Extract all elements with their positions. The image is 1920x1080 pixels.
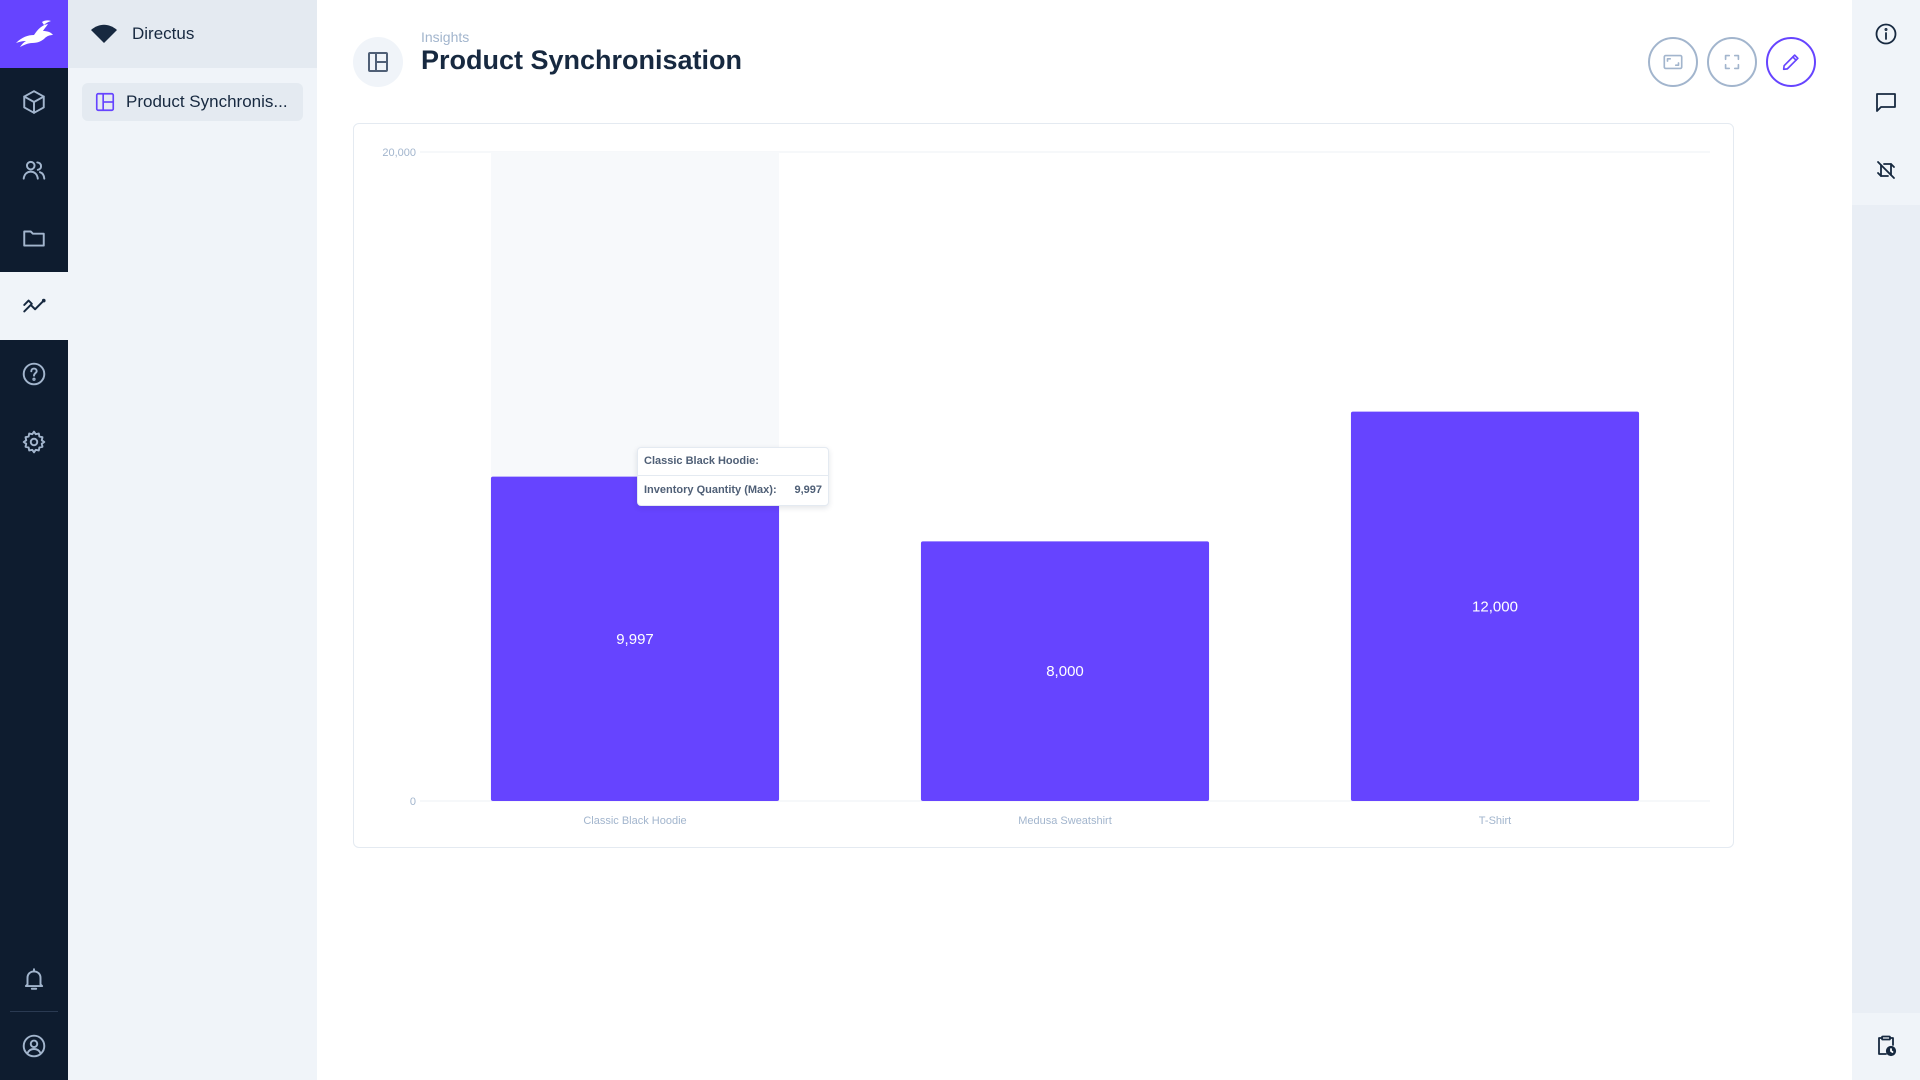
- right-sidebar: [1852, 0, 1920, 1080]
- info-button[interactable]: [1852, 0, 1920, 68]
- info-icon: [1875, 23, 1897, 45]
- people-icon: [22, 160, 46, 180]
- aspect-ratio-icon: [1663, 54, 1683, 70]
- file-library-module-button[interactable]: [0, 204, 68, 272]
- comment-icon: [1876, 93, 1896, 112]
- sidebar-content-area: [1852, 205, 1920, 1013]
- y-tick-label: 20,000: [382, 147, 416, 159]
- gear-icon: [22, 430, 46, 454]
- tooltip-label: Inventory Quantity (Max):: [644, 484, 777, 496]
- pencil-icon: [1782, 54, 1799, 71]
- nav-item-product-synchronisation[interactable]: Product Synchronis...: [82, 83, 303, 121]
- account-icon: [22, 1034, 46, 1058]
- folder-icon: [23, 230, 45, 247]
- tooltip-row: Inventory Quantity (Max): 9,997: [638, 476, 828, 504]
- insights-icon: [23, 298, 46, 313]
- bell-icon: [24, 968, 44, 990]
- insights-module-button[interactable]: [0, 272, 68, 340]
- wifi-icon: [91, 24, 117, 43]
- bar-chart: 0 20,000 9,997 Classic Black Hoodie 8,000 Med…: [382, 147, 1710, 827]
- bar-data-label: 8,000: [1046, 663, 1084, 680]
- tooltip-title: Classic Black Hoodie:: [638, 448, 828, 476]
- x-tick-label: Classic Black Hoodie: [583, 815, 686, 827]
- help-module-button[interactable]: [0, 340, 68, 408]
- tooltip-value: 9,997: [794, 484, 822, 496]
- navigation-panel: Directus Product Synchronis...: [68, 0, 317, 1080]
- module-bar: [0, 0, 68, 1080]
- fullscreen-icon: [1724, 54, 1740, 70]
- x-tick-label: T-Shirt: [1479, 815, 1511, 827]
- x-tick-label: Medusa Sweatshirt: [1018, 815, 1112, 827]
- user-menu-button[interactable]: [0, 1012, 68, 1080]
- dashboard-icon: [368, 52, 388, 72]
- nav-item-label: Product Synchronis...: [126, 92, 288, 111]
- user-directory-module-button[interactable]: [0, 136, 68, 204]
- bar-data-label: 9,997: [616, 631, 654, 648]
- notifications-button[interactable]: [0, 945, 68, 1013]
- auto-refresh-button[interactable]: [1648, 37, 1698, 87]
- fullscreen-button[interactable]: [1707, 37, 1757, 87]
- directus-logo[interactable]: [0, 0, 68, 68]
- edit-button[interactable]: [1766, 37, 1816, 87]
- clipboard-clock-icon: [1878, 1035, 1897, 1057]
- box-icon: [23, 90, 45, 114]
- bar-data-label: 12,000: [1472, 598, 1518, 615]
- project-name: Directus: [132, 24, 195, 43]
- y-tick-label: 0: [410, 796, 416, 808]
- chart-panel: 0 20,000 9,997 Classic Black Hoodie 8,000 Med…: [353, 123, 1734, 848]
- dashboard-title-icon: [353, 37, 403, 87]
- sync-disabled-button[interactable]: [1852, 136, 1920, 204]
- help-icon: [22, 362, 46, 386]
- content-module-button[interactable]: [0, 68, 68, 136]
- settings-module-button[interactable]: [0, 408, 68, 476]
- chart-tooltip: Classic Black Hoodie: Inventory Quantity…: [637, 447, 829, 506]
- sync-disabled-icon: [1877, 161, 1895, 179]
- project-header[interactable]: Directus: [68, 0, 317, 68]
- page-title: Product Synchronisation: [421, 45, 743, 75]
- comments-button[interactable]: [1852, 68, 1920, 136]
- dashboard-icon: [95, 92, 115, 112]
- rabbit-logo-icon: [16, 20, 53, 47]
- breadcrumb[interactable]: Insights: [421, 29, 469, 45]
- activity-button[interactable]: [1852, 1012, 1920, 1080]
